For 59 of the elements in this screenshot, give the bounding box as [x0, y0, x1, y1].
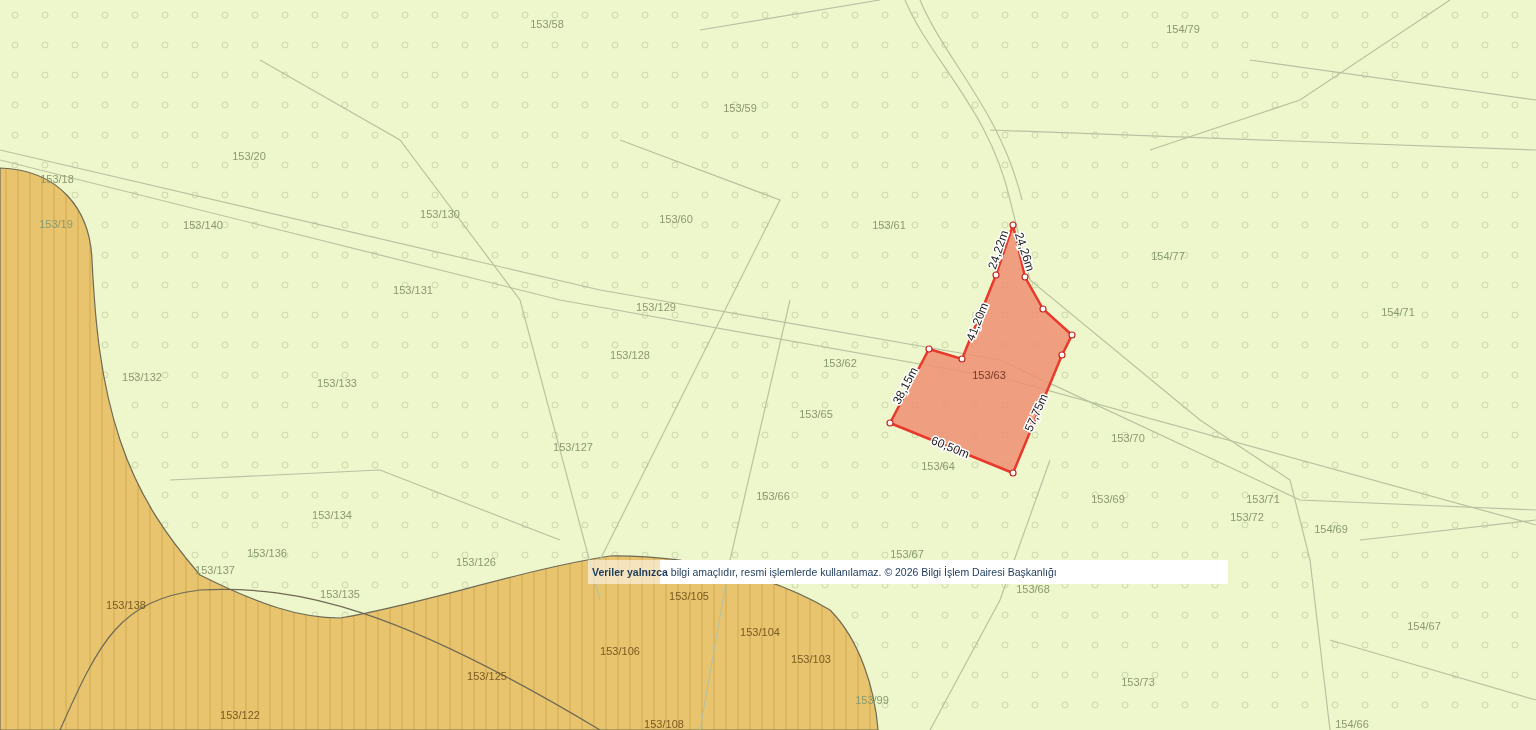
vertex-handle[interactable]: [958, 355, 966, 363]
parcel-label: 153/134: [312, 509, 352, 521]
parcel-label: 153/135: [320, 588, 360, 600]
parcel-label: 153/126: [456, 556, 496, 568]
parcel-label: 153/69: [1091, 493, 1125, 505]
parcel-label: 153/130: [420, 208, 460, 220]
edge-length-label: 24,26m: [1011, 230, 1038, 273]
vertex-handle[interactable]: [886, 419, 894, 427]
vertex-handle[interactable]: [1009, 469, 1017, 477]
parcel-label: 153/67: [890, 548, 924, 560]
parcel-label: 153/122: [220, 709, 260, 721]
vertex-handle[interactable]: [1039, 305, 1047, 313]
parcel-label: 153/105: [669, 590, 709, 602]
vertex-handle[interactable]: [1058, 351, 1066, 359]
parcel-label: 154/66: [1335, 718, 1369, 730]
parcel-label: 153/103: [791, 653, 831, 665]
parcel-label: 153/104: [740, 626, 780, 638]
parcel-label: 153/62: [823, 357, 857, 369]
parcel-label: 153/70: [1111, 432, 1145, 444]
vertex-handle[interactable]: [992, 271, 1000, 279]
parcel-label: 154/79: [1166, 23, 1200, 35]
parcel-label: 153/131: [393, 284, 433, 296]
edge-length-label: 24,22m: [985, 228, 1012, 271]
parcel-label: 153/108: [644, 718, 684, 730]
parcel-label: 153/132: [122, 371, 162, 383]
vertex-handle[interactable]: [1068, 331, 1076, 339]
parcel-label: 153/59: [723, 102, 757, 114]
parcel-label: 153/66: [756, 490, 790, 502]
parcel-label: 153/137: [195, 564, 235, 576]
parcel-label: 154/67: [1407, 620, 1441, 632]
vertex-handle[interactable]: [1021, 273, 1029, 281]
parcel-label: 154/69: [1314, 523, 1348, 535]
parcel-label: 153/125: [467, 670, 507, 682]
parcel-label: 153/127: [553, 441, 593, 453]
parcel-label: 153/71: [1246, 493, 1280, 505]
parcel-label: 153/65: [799, 408, 833, 420]
parcel-label: 153/58: [530, 18, 564, 30]
parcel-label: 153/19: [39, 218, 73, 230]
parcel-label: 153/72: [1230, 511, 1264, 523]
parcel-label: 153/136: [247, 547, 287, 559]
parcel-label: 153/18: [40, 173, 74, 185]
vertex-handle[interactable]: [1009, 221, 1017, 229]
disclaimer-text: Veriler yalnızca bilgi amaçlıdır, resmi işlemlerde kullanılamaz. © 2026 Bilgi İşlem Dairesi Başkanlığı: [588, 560, 1228, 584]
parcel-label: 153/61: [872, 219, 906, 231]
parcel-label: 153/60: [659, 213, 693, 225]
parcel-label: 153/64: [921, 460, 955, 472]
parcel-label: 154/77: [1151, 250, 1185, 262]
parcel-label: 153/140: [183, 219, 223, 231]
parcel-label: 153/128: [610, 349, 650, 361]
parcel-label: 153/63: [972, 369, 1006, 381]
parcel-label: 153/129: [636, 301, 676, 313]
parcel-label: 153/138: [106, 599, 146, 611]
parcel-label: 154/71: [1381, 306, 1415, 318]
parcel-label: 153/133: [317, 377, 357, 389]
parcel-label: 153/68: [1016, 583, 1050, 595]
vertex-handle[interactable]: [925, 345, 933, 353]
parcel-label: 153/20: [232, 150, 266, 162]
parcel-label: 153/73: [1121, 676, 1155, 688]
parcel-label: 153/106: [600, 645, 640, 657]
